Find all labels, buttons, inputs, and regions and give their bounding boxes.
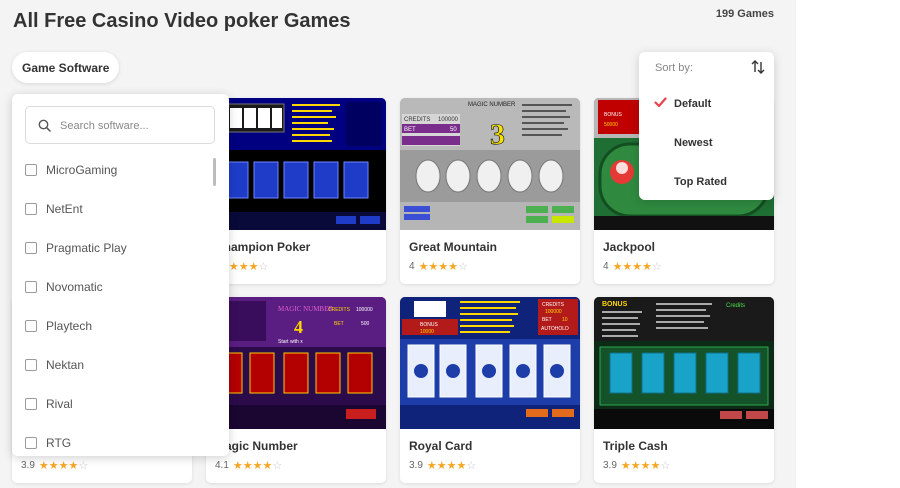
thumb-text: BET xyxy=(542,317,552,323)
rating-value: 3.9 xyxy=(21,460,35,471)
checkbox[interactable] xyxy=(25,163,37,176)
game-card-royal-card[interactable]: BONUS 10000 CREDITS 100000 BET 10 AUTOHO… xyxy=(400,297,580,483)
software-option-playtech[interactable]: Playtech xyxy=(12,306,217,345)
thumb-text: MAGIC NUMBER xyxy=(278,305,333,313)
rating-value: 3.9 xyxy=(409,460,423,471)
thumb-text: 10 xyxy=(562,317,568,323)
rating-value: 4 xyxy=(409,261,415,272)
game-thumbnail: BONUS Credits xyxy=(594,297,774,429)
thumb-text: 100000 xyxy=(356,307,373,313)
game-title: Champion Poker xyxy=(215,240,311,254)
game-rating: 3.9 ★★★★☆ xyxy=(603,459,670,472)
games-count: 199 Games xyxy=(715,8,774,20)
rating-value: 4.1 xyxy=(215,460,229,471)
game-card-great-mountain[interactable]: MAGIC NUMBER CREDITS 100000 BET 50 3 Gre… xyxy=(400,98,580,284)
game-title: Triple Cash xyxy=(603,439,668,453)
thumb-text: 4 xyxy=(294,317,303,337)
check-icon xyxy=(654,97,667,108)
game-title: Great Mountain xyxy=(409,240,498,254)
game-title: Royal Card xyxy=(409,439,473,453)
software-search-box[interactable] xyxy=(25,106,215,145)
checkbox[interactable] xyxy=(25,358,37,371)
checkbox[interactable] xyxy=(25,241,37,254)
games-page: All Free Casino Video poker Games 199 Ga… xyxy=(0,0,796,488)
software-option-label: NetEnt xyxy=(46,201,83,216)
thumb-text: CREDITS xyxy=(328,307,351,313)
software-option-label: Pragmatic Play xyxy=(46,240,127,255)
software-dropdown: MicroGaming NetEnt Pragmatic Play Novoma… xyxy=(12,94,229,456)
rating-stars-icon: ★★★★☆ xyxy=(620,460,671,472)
software-option-nektan[interactable]: Nektan xyxy=(12,345,217,384)
software-option-label: RTG xyxy=(46,435,72,450)
thumb-text: 3 xyxy=(490,118,505,151)
game-rating: 3.9 ★★★★☆ xyxy=(409,459,476,472)
thumb-text: Start with x xyxy=(278,339,303,345)
software-list: MicroGaming NetEnt Pragmatic Play Novoma… xyxy=(12,150,217,456)
game-card-triple-cash[interactable]: BONUS Credits Triple Cash 3.9 ★★★★☆ xyxy=(594,297,774,483)
thumb-text: 50 xyxy=(450,127,457,133)
software-option-label: Novomatic xyxy=(46,279,103,294)
checkbox[interactable] xyxy=(25,202,37,215)
thumb-text: 500 xyxy=(361,321,370,327)
checkbox[interactable] xyxy=(25,319,37,332)
thumb-text: Credits xyxy=(726,303,745,309)
sort-option-top-rated[interactable]: Top Rated xyxy=(674,176,727,188)
thumb-text: BET xyxy=(404,127,416,133)
checkbox[interactable] xyxy=(25,397,37,410)
rating-stars-icon: ★★★★☆ xyxy=(418,261,468,273)
software-option-novomatic[interactable]: Novomatic xyxy=(12,267,217,306)
sort-arrows-icon[interactable] xyxy=(751,59,765,75)
sort-option-newest[interactable]: Newest xyxy=(674,137,713,149)
software-option-microgaming[interactable]: MicroGaming xyxy=(12,150,217,189)
checkbox[interactable] xyxy=(25,280,37,293)
game-software-filter-button[interactable]: Game Software xyxy=(12,52,120,83)
thumb-text: BONUS xyxy=(604,112,622,118)
game-card-magic-number[interactable]: MAGIC NUMBER 4 Start with x CREDITS 1000… xyxy=(206,297,386,483)
thumb-text: CREDITS xyxy=(542,302,565,308)
scrollbar-thumb[interactable] xyxy=(213,158,216,186)
sort-dropdown: Sort by: Default Newest Top Rated xyxy=(639,52,774,200)
software-option-label: Playtech xyxy=(46,318,93,333)
software-option-netent[interactable]: NetEnt xyxy=(12,189,217,228)
rating-stars-icon: ★★★★☆ xyxy=(612,261,662,273)
software-option-pragmatic-play[interactable]: Pragmatic Play xyxy=(12,228,217,267)
checkbox[interactable] xyxy=(25,436,37,449)
software-option-rival[interactable]: Rival xyxy=(12,384,217,423)
thumb-text: AUTOHOLD xyxy=(541,326,569,332)
thumb-text: 50000 xyxy=(604,122,618,128)
game-card-champion-poker[interactable]: Champion Poker ★★★★☆ xyxy=(206,98,386,284)
sort-label: Sort by: xyxy=(655,62,693,74)
rating-stars-icon: ★★★★☆ xyxy=(38,460,89,472)
thumb-text: 100000 xyxy=(545,309,562,315)
rating-value: 4 xyxy=(603,261,609,272)
sort-option-default[interactable]: Default xyxy=(674,98,711,110)
search-icon xyxy=(38,119,52,133)
game-rating: 3.9 ★★★★☆ xyxy=(21,459,88,472)
thumb-text: BONUS xyxy=(420,322,438,328)
thumb-text: CREDITS xyxy=(404,117,430,123)
thumb-text: 100000 xyxy=(438,117,459,123)
thumb-text: MAGIC NUMBER xyxy=(468,102,516,108)
rating-stars-icon: ★★★★☆ xyxy=(232,460,283,472)
software-search-input[interactable] xyxy=(58,107,212,145)
game-rating: 4.1 ★★★★☆ xyxy=(215,459,282,472)
rating-value: 3.9 xyxy=(603,460,617,471)
software-option-label: Rival xyxy=(46,396,73,411)
game-thumbnail xyxy=(206,98,386,230)
software-option-label: Nektan xyxy=(46,357,85,372)
software-option-rtg[interactable]: RTG xyxy=(12,423,217,456)
game-title: Jackpool xyxy=(603,240,656,254)
game-rating: 4 ★★★★☆ xyxy=(409,260,468,273)
game-rating: 4 ★★★★☆ xyxy=(603,260,662,273)
thumb-text: 10000 xyxy=(420,329,434,335)
thumb-text: BONUS xyxy=(602,301,628,308)
page-title: All Free Casino Video poker Games xyxy=(13,10,351,32)
game-thumbnail: MAGIC NUMBER CREDITS 100000 BET 50 3 xyxy=(400,98,580,230)
game-thumbnail: BONUS 10000 CREDITS 100000 BET 10 AUTOHO… xyxy=(400,297,580,429)
game-thumbnail: MAGIC NUMBER 4 Start with x CREDITS 1000… xyxy=(206,297,386,429)
thumb-text: BET xyxy=(334,321,344,327)
software-option-label: MicroGaming xyxy=(46,162,118,177)
rating-stars-icon: ★★★★☆ xyxy=(426,460,477,472)
